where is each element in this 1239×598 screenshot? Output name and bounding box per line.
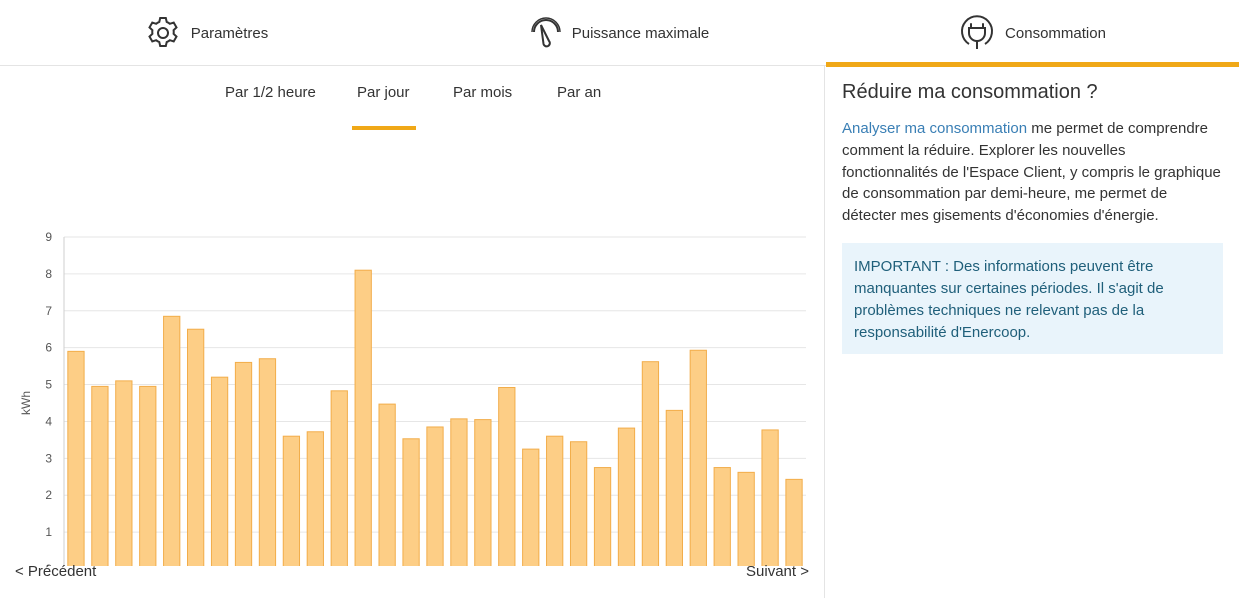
bar (665, 409, 683, 566)
bar (187, 328, 205, 566)
bar (474, 419, 492, 566)
bar (306, 431, 324, 566)
bar-chart: 0123456789kWh123456789101112131415161718… (19, 230, 806, 566)
bar (450, 418, 468, 566)
tab-parametres-label: Paramètres (190, 24, 269, 42)
tab-parametres[interactable]: Paramètres (0, 0, 413, 66)
bar (163, 315, 181, 566)
y-tick-label: 3 (45, 451, 52, 465)
subtab-par-mois[interactable]: Par mois (453, 84, 512, 132)
y-tick-label: 8 (45, 267, 52, 281)
bar (761, 429, 779, 566)
bar (713, 467, 731, 566)
tab-puissance-maximale[interactable]: Puissance maximale (413, 0, 826, 66)
bar (378, 403, 396, 566)
y-tick-label: 2 (45, 488, 52, 502)
subtab-par-jour[interactable]: Par jour (352, 84, 416, 132)
y-tick-label: 5 (45, 378, 52, 392)
plug-icon (959, 15, 995, 51)
bar (546, 435, 564, 566)
subtab-par-demi-heure[interactable]: Par 1/2 heure (225, 84, 316, 132)
y-axis-label: kWh (19, 391, 33, 415)
side-intro: Analyser ma consommation me permet de co… (842, 118, 1222, 227)
consumption-chart: 0123456789kWh123456789101112131415161718… (0, 156, 825, 566)
period-tabs: Par 1/2 heure Par jour Par mois Par an (0, 66, 825, 132)
bar (498, 387, 516, 566)
bar (402, 438, 420, 566)
bar (330, 390, 348, 566)
subtab-par-an[interactable]: Par an (557, 84, 601, 132)
tab-consommation[interactable]: Consommation (826, 0, 1239, 67)
y-tick-label: 7 (45, 304, 52, 318)
side-panel: Réduire ma consommation ? Analyser ma co… (826, 66, 1239, 598)
next-button[interactable]: Suivant > (746, 563, 809, 580)
bar (737, 471, 755, 566)
y-tick-label: 6 (45, 341, 52, 355)
bar (785, 478, 803, 566)
bar (234, 361, 253, 566)
bar (258, 358, 277, 566)
important-notice: IMPORTANT : Des informations peuvent êtr… (842, 243, 1223, 354)
bar (593, 467, 612, 566)
bar (115, 380, 133, 566)
bar (522, 448, 540, 566)
bar (282, 435, 301, 566)
y-tick-label: 9 (45, 230, 52, 244)
gauge-icon (530, 16, 562, 50)
top-navigation: Paramètres Puissance maximale Consommati… (0, 0, 1239, 67)
bar (67, 350, 85, 566)
tab-consommation-label: Consommation (1005, 24, 1106, 42)
tab-puissance-maximale-label: Puissance maximale (571, 24, 710, 42)
bar (641, 361, 660, 566)
analyser-consommation-link[interactable]: Analyser ma consommation (842, 120, 1027, 137)
bar (210, 376, 229, 566)
previous-button[interactable]: < Précédent (15, 563, 96, 580)
consumption-main: Par 1/2 heure Par jour Par mois Par an 0… (0, 66, 825, 598)
y-tick-label: 1 (45, 525, 52, 539)
bar (617, 427, 636, 566)
bar (139, 385, 157, 566)
gear-icon (145, 15, 181, 51)
y-tick-label: 4 (45, 414, 52, 428)
bar (354, 269, 372, 566)
bar (689, 349, 707, 566)
side-title: Réduire ma consommation ? (842, 81, 1098, 103)
bar (91, 385, 109, 566)
bar (426, 426, 444, 566)
bar (569, 441, 588, 566)
